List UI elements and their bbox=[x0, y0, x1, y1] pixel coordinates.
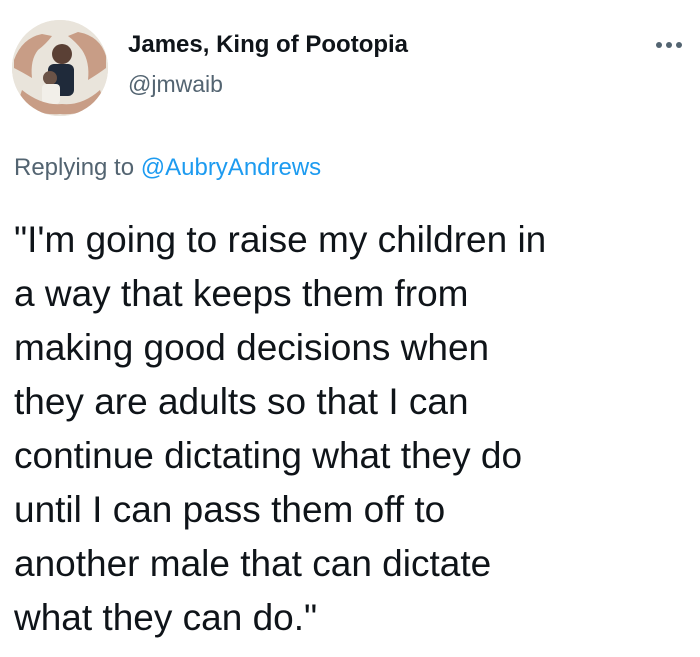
reply-context: Replying to @AubryAndrews bbox=[14, 153, 321, 183]
tweet-text-line: another male that can dictate bbox=[14, 543, 492, 584]
tweet-text-line: a way that keeps them from bbox=[14, 273, 469, 314]
author-display-name[interactable]: James, King of Pootopia bbox=[128, 30, 408, 60]
tweet-text-line: making good decisions when bbox=[14, 327, 490, 368]
more-dot bbox=[676, 42, 682, 48]
more-dot bbox=[656, 42, 662, 48]
tweet-text-line: continue dictating what they do bbox=[14, 435, 523, 476]
tweet-text-line: until I can pass them off to bbox=[14, 489, 446, 530]
tweet-text: "I'm going to raise my children in a way… bbox=[14, 213, 694, 645]
author-handle[interactable]: @jmwaib bbox=[128, 70, 223, 98]
tweet-text-line: what they can do." bbox=[14, 597, 318, 638]
reply-context-prefix: Replying to bbox=[14, 154, 135, 181]
more-dot bbox=[666, 42, 672, 48]
tweet-text-line: "I'm going to raise my children in bbox=[14, 219, 547, 260]
reply-mention-link[interactable]: @AubryAndrews bbox=[141, 154, 321, 181]
more-options-icon[interactable] bbox=[648, 30, 688, 60]
tweet-card: James, King of Pootopia @jmwaib Replying… bbox=[0, 0, 700, 657]
tweet-text-line: they are adults so that I can bbox=[14, 381, 469, 422]
avatar[interactable] bbox=[12, 20, 108, 116]
avatar-photo bbox=[12, 20, 108, 116]
